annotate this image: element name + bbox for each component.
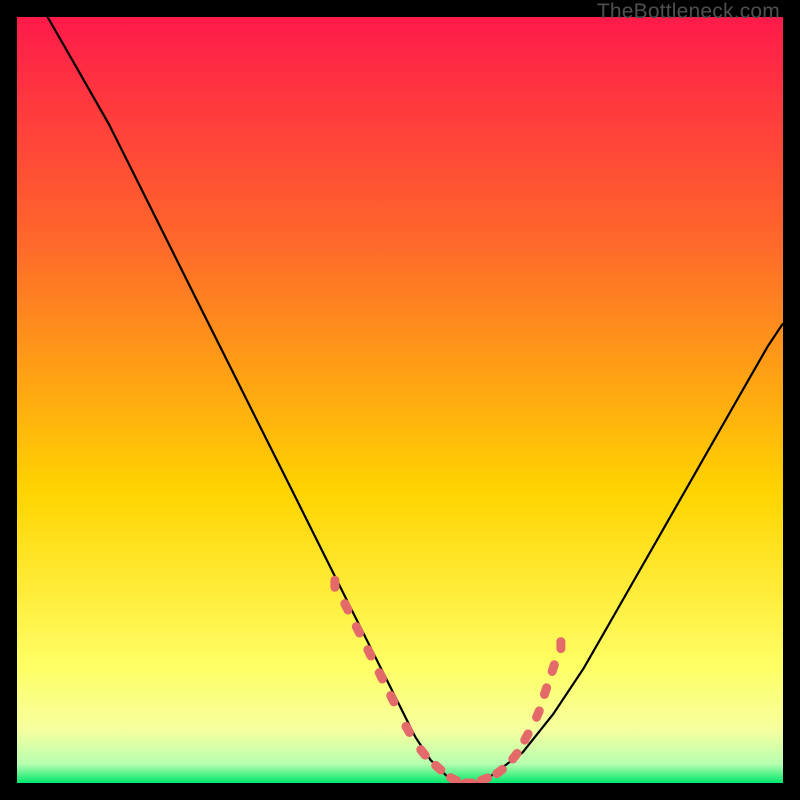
watermark-text: TheBottleneck.com — [597, 0, 780, 24]
highlight-marker — [461, 779, 477, 784]
chart-background — [17, 17, 783, 783]
highlight-marker — [330, 576, 339, 592]
chart-frame — [17, 17, 783, 783]
highlight-marker — [556, 637, 565, 653]
bottleneck-chart — [17, 17, 783, 783]
